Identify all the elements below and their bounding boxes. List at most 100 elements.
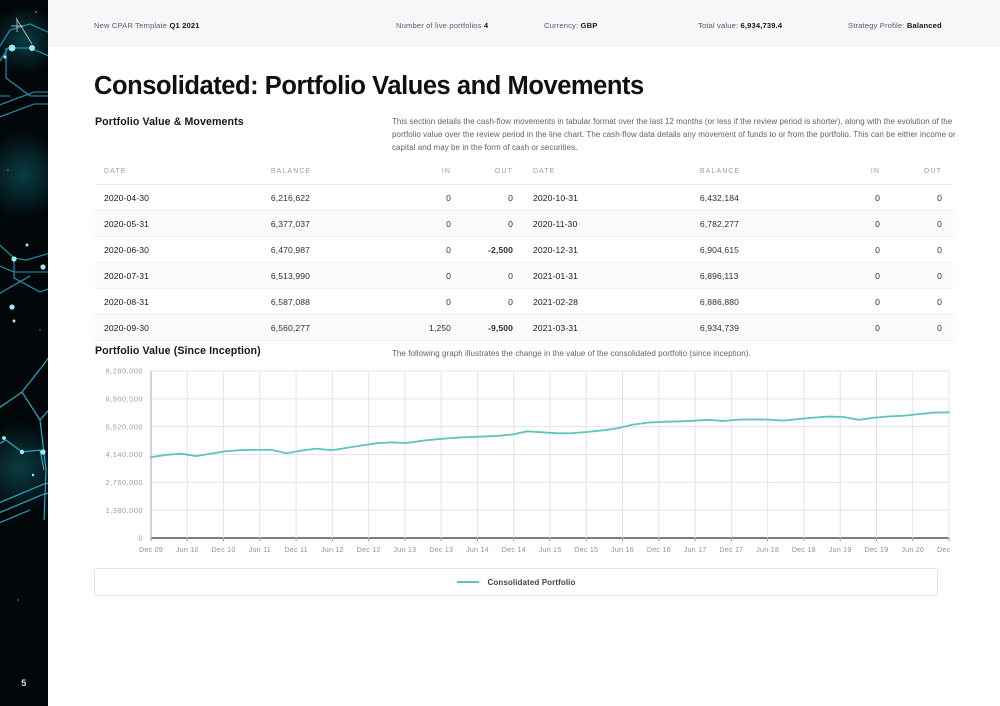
x-axis-tick-label: Dec 09 (139, 545, 163, 554)
cell-date: 2020-12-31 (524, 236, 700, 263)
cell-date: 2020-04-30 (95, 184, 271, 211)
table-row: 2020-07-31 6,513,990 0 0 (95, 262, 524, 289)
table-header-row: DATE BALANCE IN OUT (95, 162, 524, 185)
table-row: 2020-10-31 6,432,184 0 0 (524, 184, 953, 211)
cell-in: 0 (811, 210, 881, 237)
column-header-in: IN (382, 162, 452, 185)
cell-out: 0 (880, 210, 953, 237)
movements-table-right: DATE BALANCE IN OUT 2020-10-31 6,432,184 0… (524, 162, 953, 341)
legend-line-icon (456, 581, 479, 583)
table-row: 2020-11-30 6,782,277 0 0 (524, 210, 953, 237)
header-strategy: Strategy Profile: Balanced (848, 21, 942, 30)
x-axis-tick-label: Dec 19 (864, 545, 888, 554)
cell-balance: 6,216,622 (270, 184, 383, 211)
x-axis-tick-label: Jun 18 (756, 545, 779, 554)
x-axis-tick-label: Jun 14 (466, 545, 489, 554)
table-row: 2021-03-31 6,934,739 0 0 (524, 314, 953, 341)
table-row: 2020-12-31 6,904,615 0 0 (524, 236, 953, 263)
x-axis-tick-label: Dec 14 (502, 545, 526, 554)
cell-balance: 6,896,113 (699, 262, 812, 289)
cell-in: 0 (811, 236, 881, 263)
cell-balance: 6,513,990 (270, 262, 383, 289)
cell-out: 0 (880, 184, 953, 211)
cell-in: 0 (811, 288, 881, 315)
x-axis-tick-label: Jun 19 (829, 545, 852, 554)
header-template: New CPAR Template Q1 2021 (94, 21, 200, 30)
x-axis-tick-label: Dec 17 (719, 545, 743, 554)
cell-balance: 6,904,615 (699, 236, 812, 263)
page-number: 5 (21, 678, 27, 688)
table-row: 2020-09-30 6,560,277 1,250 -9,500 (95, 314, 524, 341)
x-axis-tick-label: Jun 10 (176, 545, 199, 554)
cell-balance: 6,587,088 (270, 288, 383, 315)
x-axis-tick-label: Jun 12 (321, 545, 344, 554)
y-axis-tick-label: 2,760,000 (106, 478, 143, 487)
section-heading-chart: Portfolio Value (Since Inception) (95, 345, 261, 357)
cell-date: 2020-08-31 (95, 288, 271, 315)
cell-date: 2021-02-28 (524, 288, 700, 315)
cell-in: 0 (382, 262, 452, 289)
x-axis-tick-label: Dec 11 (284, 545, 307, 554)
cell-balance: 6,470,987 (270, 236, 383, 263)
cell-out: -2,500 (451, 236, 524, 263)
table-body-left: 2020-04-30 6,216,622 0 0 2020-05-31 6,377,037… (95, 184, 524, 341)
header-template-label: New CPAR Template (94, 21, 168, 30)
header-total-label: Total value: (698, 21, 739, 30)
cell-date: 2020-11-30 (524, 210, 700, 237)
cell-out: 0 (880, 236, 953, 263)
x-axis-tick-label: Dec 15 (574, 545, 598, 554)
header-total-value: Total value: 6,934,739.4 (698, 21, 782, 30)
cell-out: 0 (451, 262, 524, 289)
chart-legend: Consolidated Portfolio (94, 568, 938, 596)
cell-in: 0 (811, 262, 881, 289)
cell-date: 2021-03-31 (524, 314, 700, 341)
cell-in: 0 (382, 184, 452, 211)
cell-in: 0 (382, 210, 452, 237)
table-row: 2020-06-30 6,470,987 0 -2,500 (95, 236, 524, 263)
header-strategy-value: Balanced (906, 21, 942, 30)
x-axis-tick-label: Jun 20 (901, 545, 924, 554)
column-header-out: OUT (880, 162, 953, 185)
header-strategy-label: Strategy Profile: (848, 21, 905, 30)
table-row: 2020-08-31 6,587,088 0 0 (95, 288, 524, 315)
table-body-right: 2020-10-31 6,432,184 0 0 2020-11-30 6,782,277… (524, 184, 953, 341)
y-axis-tick-label: 8,280,000 (106, 367, 143, 376)
cell-in: 0 (811, 184, 881, 211)
header-portfolios: Number of live portfolios 4 (396, 21, 488, 30)
cell-out: 0 (880, 262, 953, 289)
portfolio-value-chart: 0 1,380,000 2,760,000 4,140,000 5,520,000 6,9… (95, 364, 953, 564)
y-axis-tick-label: 6,900,000 (106, 394, 143, 403)
cell-balance: 6,934,739 (699, 314, 812, 341)
cell-in: 0 (382, 236, 452, 263)
cell-in: 1,250 (382, 314, 452, 341)
cell-balance: 6,377,037 (270, 210, 383, 237)
cell-out: 0 (880, 288, 953, 315)
cell-out: 0 (880, 314, 953, 341)
x-axis-tick-label: Dec 16 (647, 545, 671, 554)
column-header-balance: BALANCE (270, 162, 383, 185)
cell-out: -9,500 (451, 314, 524, 341)
cell-date: 2020-10-31 (524, 184, 700, 211)
decorative-sidebar: 5 (0, 0, 48, 706)
cell-balance: 6,886,880 (699, 288, 812, 315)
cell-date: 2020-06-30 (95, 236, 271, 263)
table-row: 2021-02-28 6,886,880 0 0 (524, 288, 953, 315)
x-axis-tick-label: Dec 12 (357, 545, 381, 554)
x-axis-tick-label: Jun 16 (611, 545, 634, 554)
x-axis-tick-label: Dec 20 (937, 545, 953, 554)
cell-out: 0 (451, 184, 524, 211)
cell-date: 2020-07-31 (95, 262, 271, 289)
column-header-date: DATE (524, 162, 700, 185)
legend-label: Consolidated Portfolio (487, 577, 576, 587)
x-axis-tick-label: Dec 18 (792, 545, 816, 554)
report-page: 5 New CPAR Template Q1 2021 Number of li… (0, 0, 1000, 706)
page-title: Consolidated: Portfolio Values and Movem… (94, 72, 644, 100)
header-portfolios-value: 4 (483, 21, 489, 30)
header-total-amount: 6,934,739.4 (740, 21, 783, 30)
cell-date: 2020-09-30 (95, 314, 271, 341)
cell-in: 0 (382, 288, 452, 315)
cell-out: 0 (451, 288, 524, 315)
movements-table-left: DATE BALANCE IN OUT 2020-04-30 6,216,622 0… (95, 162, 524, 341)
cell-out: 0 (451, 210, 524, 237)
movements-tables: DATE BALANCE IN OUT 2020-04-30 6,216,622 0… (95, 162, 953, 341)
